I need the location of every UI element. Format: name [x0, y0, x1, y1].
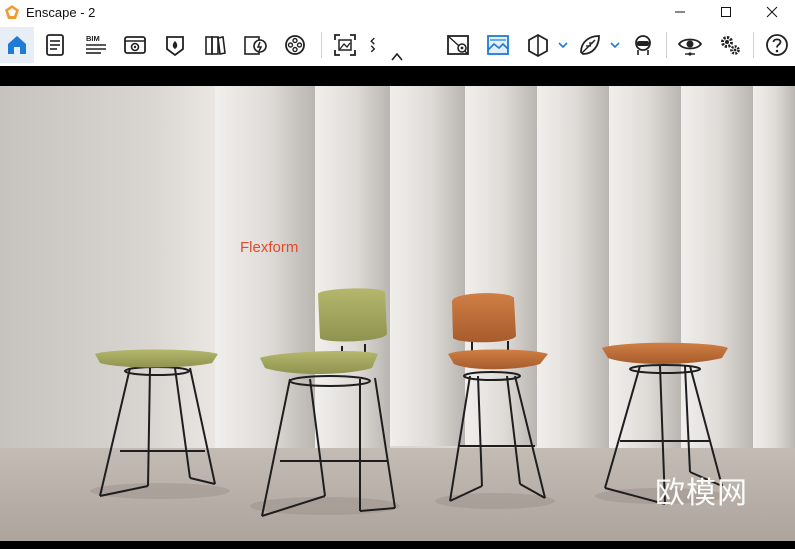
- image-landscape-icon: [487, 35, 509, 55]
- minimize-button[interactable]: [657, 0, 703, 24]
- document-icon: [46, 34, 64, 56]
- title-bar: Enscape - 2: [0, 0, 795, 24]
- more-button[interactable]: [362, 27, 382, 63]
- atmosphere-button[interactable]: [481, 27, 515, 63]
- render-viewport[interactable]: Flexform 欧模网: [0, 66, 795, 541]
- vr-headset-icon: [635, 35, 651, 55]
- batch-render-button[interactable]: [238, 27, 272, 63]
- bim-label: BIM: [86, 34, 100, 43]
- chevron-up-icon: [391, 52, 403, 61]
- asset-dropdown-button[interactable]: [556, 27, 570, 63]
- close-icon: [766, 6, 778, 18]
- web-standalone-button[interactable]: [118, 27, 152, 63]
- maximize-button[interactable]: [703, 0, 749, 24]
- toolbar-separator: [753, 32, 754, 58]
- maximize-icon: [721, 7, 731, 17]
- home-icon: [8, 36, 26, 54]
- toolbar-separator: [666, 32, 667, 58]
- panorama-icon: [166, 36, 184, 57]
- map-button[interactable]: [441, 27, 475, 63]
- window-title: Enscape - 2: [26, 4, 96, 20]
- brand-label: Flexform: [240, 239, 299, 256]
- close-button[interactable]: [749, 0, 795, 24]
- document-button[interactable]: [38, 27, 72, 63]
- chevron-down-icon: [558, 42, 568, 49]
- chevron-down-icon: [610, 42, 620, 49]
- materials-button[interactable]: [573, 27, 607, 63]
- toolbar-separator: [321, 32, 322, 58]
- batch-render-icon: [244, 36, 267, 55]
- book-icon: [205, 36, 226, 55]
- screenshot-button[interactable]: [328, 27, 362, 63]
- watermark-text: 欧模网: [655, 476, 748, 511]
- minimize-icon: [675, 11, 685, 13]
- video-button[interactable]: [278, 27, 312, 63]
- help-icon: [766, 34, 788, 56]
- bottom-border: [0, 541, 795, 549]
- enscape-logo-icon: [5, 5, 19, 19]
- asset-library-button[interactable]: [521, 27, 555, 63]
- bim-icon: BIM: [86, 34, 106, 54]
- video-reel-icon: [285, 35, 305, 55]
- bim-button[interactable]: BIM: [79, 27, 113, 63]
- help-button[interactable]: [760, 27, 794, 63]
- settings-icon: [721, 36, 740, 55]
- materials-dropdown-button[interactable]: [608, 27, 622, 63]
- enscape-toolbar: BIM: [0, 24, 795, 67]
- general-settings-button[interactable]: [713, 27, 747, 63]
- leaf-icon: [580, 35, 600, 55]
- map-pin-icon: [447, 35, 469, 55]
- screenshot-icon: [334, 34, 356, 56]
- panorama-button[interactable]: [158, 27, 192, 63]
- eye-icon: [677, 38, 703, 56]
- web-standalone-icon: [124, 36, 146, 54]
- bracket-icon: [370, 37, 376, 53]
- book-button[interactable]: [198, 27, 232, 63]
- cube-icon: [528, 33, 548, 58]
- visual-settings-button[interactable]: [673, 27, 707, 63]
- home-button[interactable]: [0, 27, 34, 63]
- vr-button[interactable]: [626, 27, 660, 63]
- collapse-toolbar-button[interactable]: [381, 49, 413, 65]
